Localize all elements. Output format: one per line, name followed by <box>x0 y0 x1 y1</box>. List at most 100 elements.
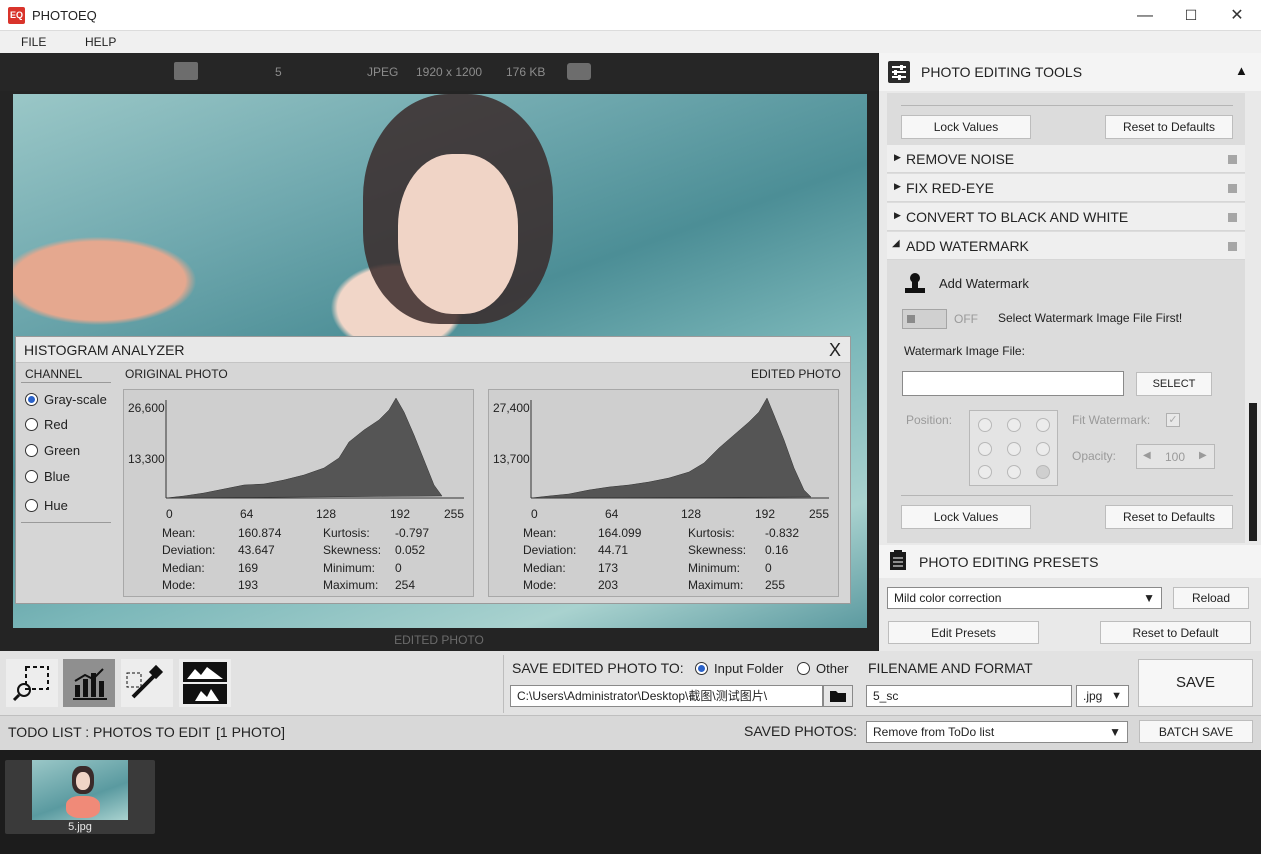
filename-input[interactable]: 5_sc <box>866 685 1072 707</box>
position-dot[interactable] <box>1007 465 1021 479</box>
input-folder-option[interactable]: Input Folder <box>695 661 783 676</box>
lock-values-button-bottom[interactable]: Lock Values <box>901 505 1031 529</box>
position-dot[interactable] <box>978 465 992 479</box>
stat-label: Mode: <box>523 578 557 592</box>
scrollbar-thumb[interactable] <box>1249 403 1257 541</box>
reset-defaults-button[interactable]: Reset to Defaults <box>1105 115 1233 139</box>
tool-label: CONVERT TO BLACK AND WHITE <box>906 209 1129 225</box>
color-picker-tool-button[interactable] <box>121 659 173 707</box>
original-histogram-chart <box>165 397 464 499</box>
list-item[interactable]: 5.jpg <box>5 760 155 834</box>
tool-add-watermark[interactable]: ◢ ADD WATERMARK <box>887 232 1245 260</box>
histogram-analyzer-window: HISTOGRAM ANALYZER X CHANNEL Gray-scale … <box>15 336 851 604</box>
increment-icon[interactable]: ▶ <box>1199 450 1207 461</box>
position-dot[interactable] <box>1007 418 1021 432</box>
opacity-value: 100 <box>1165 450 1186 464</box>
edited-histogram-panel: 27,400 13,700 0 64 128 192 255 Mean: 164… <box>488 389 839 597</box>
browse-folder-button[interactable] <box>823 685 853 707</box>
position-dot-selected[interactable] <box>1036 465 1050 479</box>
camera-icon[interactable] <box>567 63 591 80</box>
expand-right-icon: ▶ <box>894 210 901 220</box>
saved-photos-label: SAVED PHOTOS: <box>744 723 858 739</box>
close-button[interactable]: ✕ <box>1214 0 1260 31</box>
tool-remove-noise[interactable]: ▶ REMOVE NOISE <box>887 145 1245 173</box>
presets-header[interactable]: PHOTO EDITING PRESETS <box>879 545 1261 578</box>
channel-hue[interactable]: Hue <box>25 498 68 518</box>
opacity-stepper[interactable]: ◀ 100 ▶ <box>1136 444 1215 469</box>
channel-red[interactable]: Red <box>25 417 68 437</box>
output-path-input[interactable]: C:\Users\Administrator\Desktop\截图\测试图片\ <box>510 685 823 707</box>
reset-to-default-button[interactable]: Reset to Default <box>1100 621 1251 644</box>
x-tick: 192 <box>755 507 776 521</box>
tool-fix-red-eye[interactable]: ▶ FIX RED-EYE <box>887 174 1245 202</box>
stat-minimum: 0 <box>395 561 402 575</box>
channel-grayscale[interactable]: Gray-scale <box>25 392 107 412</box>
position-dot[interactable] <box>1036 418 1050 432</box>
thumbnail-subject-body <box>66 796 100 818</box>
preset-selected: Mild color correction <box>894 591 1002 605</box>
enable-checkbox[interactable] <box>1228 213 1237 222</box>
channel-blue[interactable]: Blue <box>25 469 70 489</box>
stat-kurtosis: -0.797 <box>395 526 430 540</box>
image-icon <box>174 62 198 80</box>
reload-button[interactable]: Reload <box>1173 587 1249 609</box>
lock-values-button[interactable]: Lock Values <box>901 115 1031 139</box>
position-dot[interactable] <box>1036 442 1050 456</box>
stat-label: Maximum: <box>688 578 744 592</box>
edited-photo-label: EDITED PHOTO <box>394 633 484 647</box>
original-photo-label: ORIGINAL PHOTO <box>125 367 228 381</box>
batch-save-button[interactable]: BATCH SAVE <box>1139 720 1253 743</box>
fit-watermark-checkbox[interactable]: ✓ <box>1166 413 1180 427</box>
position-dot[interactable] <box>1007 442 1021 456</box>
stat-label: Kurtosis: <box>688 526 735 540</box>
enable-checkbox[interactable] <box>1228 184 1237 193</box>
zoom-select-tool-button[interactable] <box>6 659 58 707</box>
format-select[interactable]: .jpg ▼ <box>1076 685 1129 707</box>
stat-deviation: 43.647 <box>238 543 275 557</box>
enable-checkbox[interactable] <box>1228 242 1237 251</box>
reset-defaults-button-bottom[interactable]: Reset to Defaults <box>1105 505 1233 529</box>
histogram-title-bar: HISTOGRAM ANALYZER X <box>16 337 850 363</box>
watermark-file-input[interactable] <box>902 371 1124 396</box>
preset-select[interactable]: Mild color correction ▼ <box>887 587 1162 609</box>
radio-icon <box>25 393 38 406</box>
stat-label: Kurtosis: <box>323 526 370 540</box>
histogram-tool-button[interactable] <box>63 659 115 707</box>
tool-convert-bw[interactable]: ▶ CONVERT TO BLACK AND WHITE <box>887 203 1245 231</box>
expand-down-icon: ◢ <box>892 238 900 249</box>
maximize-button[interactable]: ☐ <box>1168 0 1214 31</box>
stat-skewness: 0.052 <box>395 543 426 557</box>
x-tick: 128 <box>316 507 337 521</box>
position-dot[interactable] <box>978 418 992 432</box>
saved-photos-select[interactable]: Remove from ToDo list ▼ <box>866 721 1128 743</box>
watermark-toggle[interactable] <box>902 309 947 329</box>
folder-icon <box>830 691 846 702</box>
todo-list <box>0 750 1261 854</box>
menu-help[interactable]: HELP <box>85 35 116 49</box>
enable-checkbox[interactable] <box>1228 155 1237 164</box>
menu-bar: FILE HELP <box>0 31 1261 53</box>
collapse-up-icon[interactable]: ▲ <box>1235 63 1248 78</box>
stat-label: Maximum: <box>323 578 379 592</box>
position-grid[interactable] <box>969 410 1058 486</box>
other-folder-option[interactable]: Other <box>797 661 849 676</box>
minimize-button[interactable]: — <box>1122 0 1168 31</box>
input-folder-label: Input Folder <box>714 661 784 676</box>
photo-format: JPEG <box>367 65 399 79</box>
select-file-button[interactable]: SELECT <box>1136 372 1212 396</box>
stat-label: Mode: <box>162 578 196 592</box>
photo-dimensions: 1920 x 1200 <box>416 65 483 79</box>
channel-green[interactable]: Green <box>25 443 80 463</box>
histogram-close-button[interactable]: X <box>829 340 841 361</box>
tools-header[interactable]: PHOTO EDITING TOOLS ▲ <box>879 53 1261 91</box>
menu-file[interactable]: FILE <box>21 35 46 49</box>
save-button[interactable]: SAVE <box>1138 659 1253 707</box>
decrement-icon[interactable]: ◀ <box>1143 450 1151 461</box>
edit-presets-button[interactable]: Edit Presets <box>888 621 1039 644</box>
compare-view-button[interactable] <box>179 659 231 707</box>
original-histogram-panel: 26,600 13,300 0 64 128 192 255 Mean: 160… <box>123 389 474 597</box>
save-to-label: SAVE EDITED PHOTO TO: <box>512 660 684 676</box>
stat-label: Mean: <box>523 526 557 540</box>
divider <box>503 655 504 713</box>
position-dot[interactable] <box>978 442 992 456</box>
